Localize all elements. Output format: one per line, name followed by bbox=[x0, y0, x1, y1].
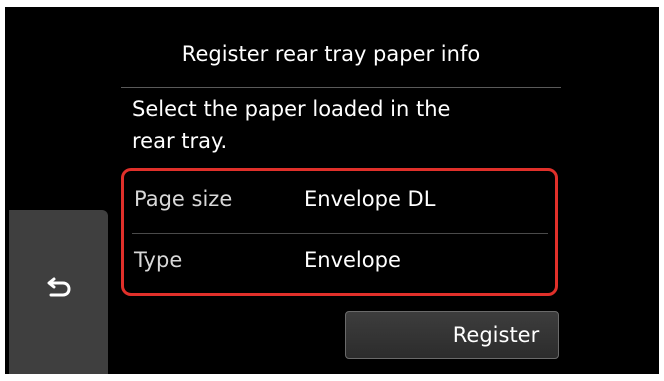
register-button[interactable]: Register bbox=[345, 311, 559, 359]
page-size-label: Page size bbox=[134, 187, 233, 211]
instruction-message: Select the paper loaded in the rear tray… bbox=[132, 93, 532, 157]
back-button[interactable] bbox=[9, 210, 108, 374]
page-size-setting-row[interactable]: Page size Envelope DL bbox=[132, 174, 548, 230]
printer-panel-screen: Register rear tray paper info Select the… bbox=[5, 7, 659, 374]
paper-settings-box: Page size Envelope DL Type Envelope bbox=[121, 168, 558, 296]
instruction-line-1: Select the paper loaded in the bbox=[132, 97, 451, 121]
settings-row-divider bbox=[132, 233, 548, 234]
title-divider bbox=[121, 87, 561, 88]
type-setting-row[interactable]: Type Envelope bbox=[132, 235, 548, 291]
type-label: Type bbox=[134, 248, 183, 272]
instruction-line-2: rear tray. bbox=[132, 129, 228, 153]
back-arrow-icon bbox=[47, 277, 71, 297]
type-value: Envelope bbox=[304, 248, 401, 272]
page-size-value: Envelope DL bbox=[304, 187, 436, 211]
register-button-label: Register bbox=[452, 323, 540, 347]
page-title: Register rear tray paper info bbox=[181, 42, 481, 66]
